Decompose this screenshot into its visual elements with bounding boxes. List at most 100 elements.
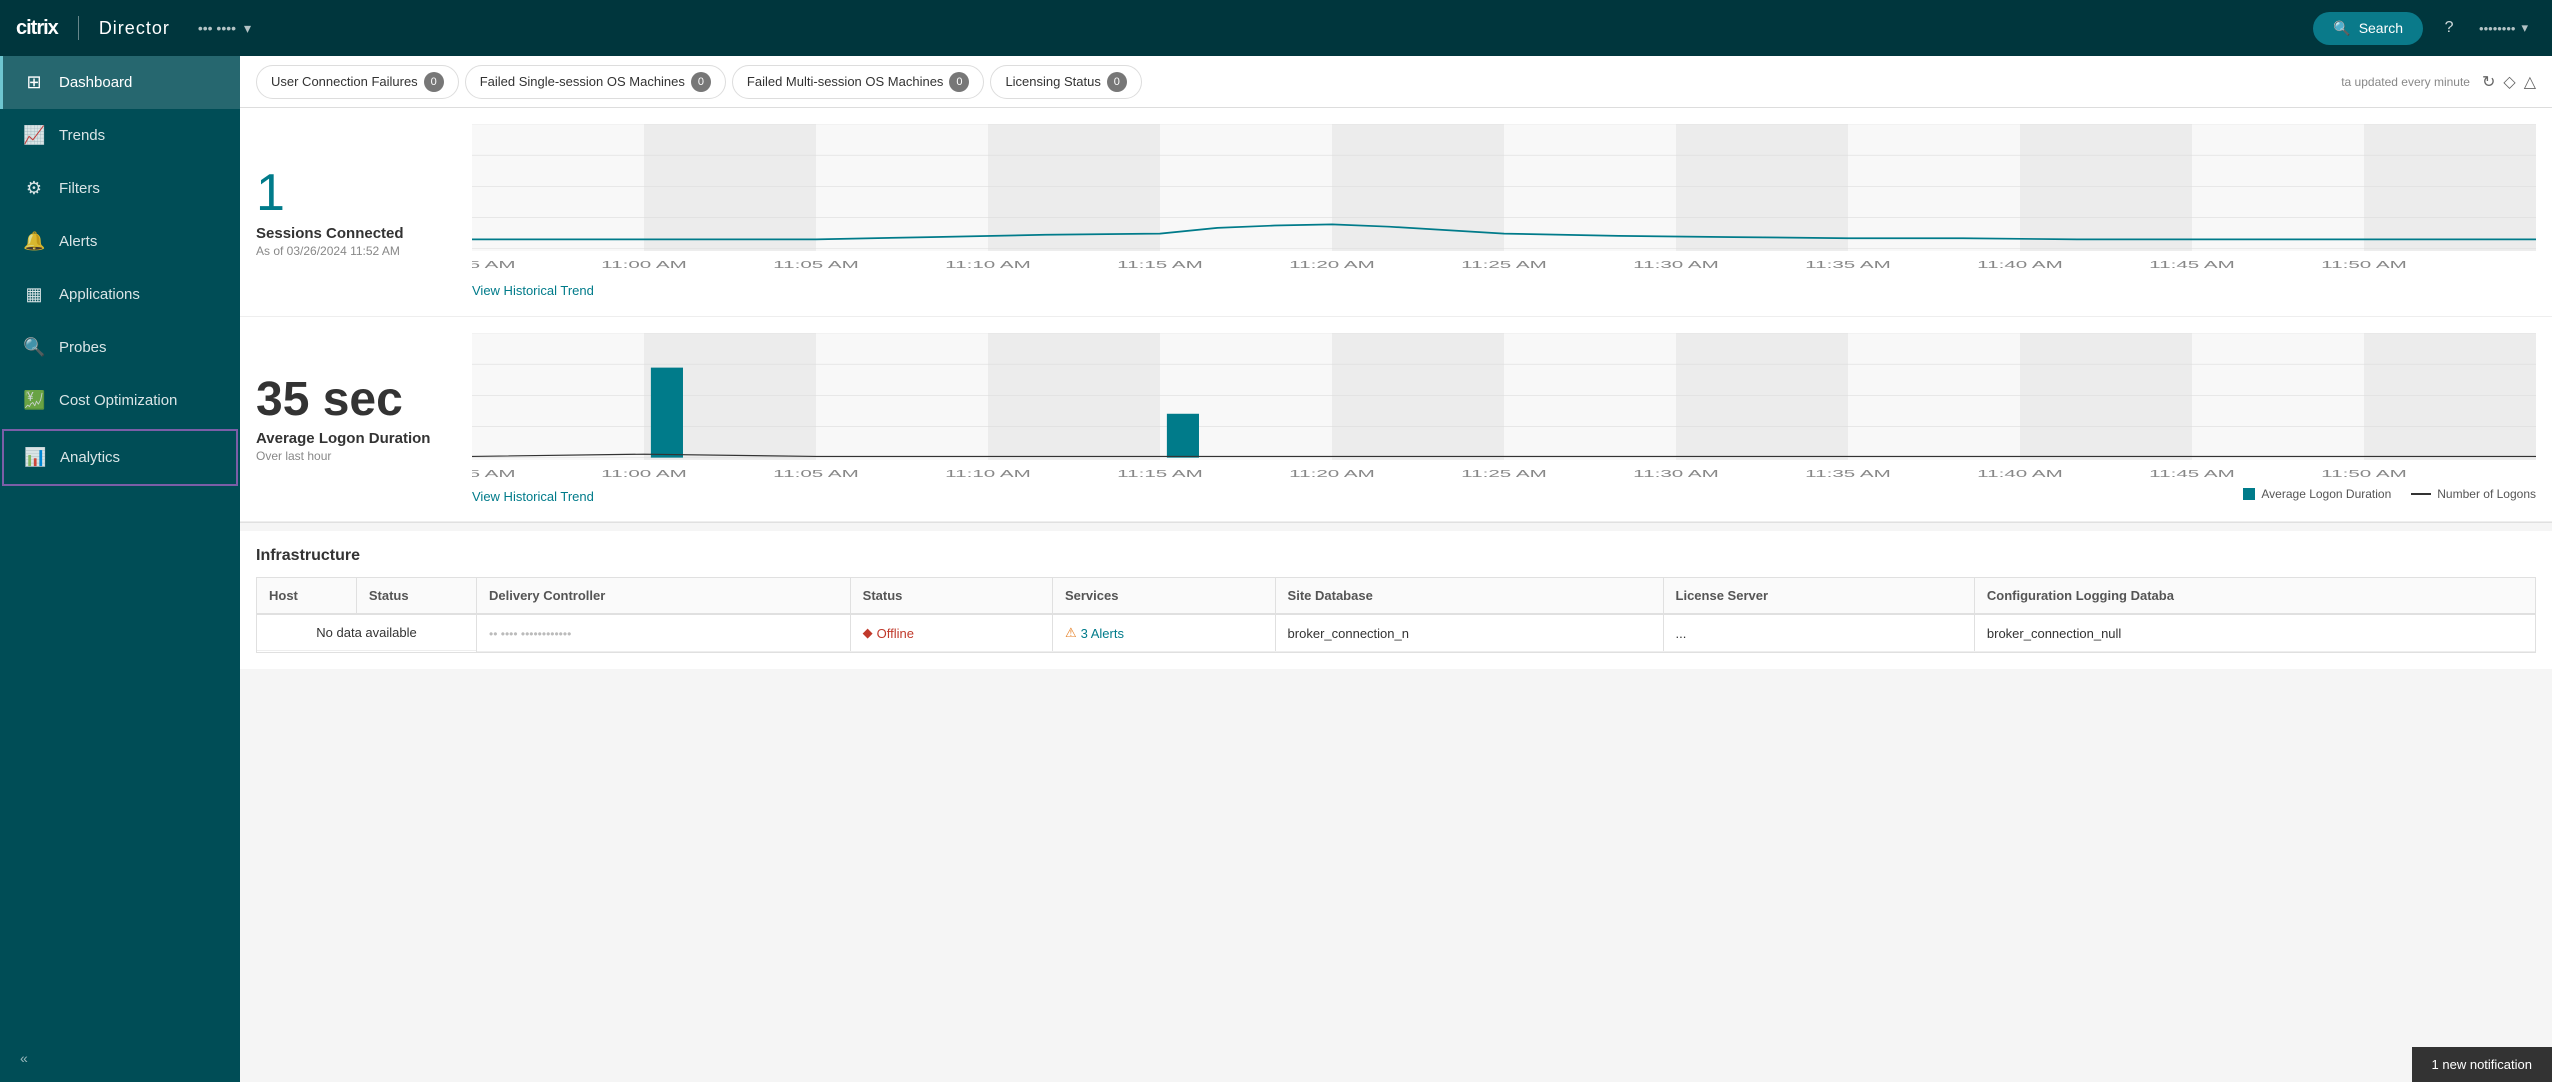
user-menu[interactable]: •••••••• ▾ xyxy=(2471,14,2536,42)
notification-label: 1 new notification xyxy=(2432,1057,2532,1072)
dashboard-content: 1 Sessions Connected As of 03/26/2024 11… xyxy=(240,108,2552,1082)
legend-line-label: Number of Logons xyxy=(2437,487,2536,501)
svg-text:11:10 AM: 11:10 AM xyxy=(945,468,1031,479)
main-layout: ⊞ Dashboard 📈 Trends ⚙ Filters 🔔 Alerts … xyxy=(0,56,2552,1082)
help-icon: ? xyxy=(2445,19,2454,37)
user-name: •••••••• xyxy=(2479,21,2515,36)
offline-label: Offline xyxy=(877,626,914,641)
alert-icon[interactable]: △ xyxy=(2524,72,2536,92)
svg-text:11:25 AM: 11:25 AM xyxy=(1461,259,1547,270)
host-no-data-row: No data available xyxy=(257,614,476,651)
sitedb-value: broker_connection_n xyxy=(1288,626,1409,641)
dc-col-header: Delivery Controller xyxy=(477,578,850,614)
svg-text:11:15 AM: 11:15 AM xyxy=(1117,259,1203,270)
sidebar-label-analytics: Analytics xyxy=(60,449,120,466)
sidebar-icon-dashboard: ⊞ xyxy=(23,72,45,93)
dc-sitedb-col-header: Site Database xyxy=(1275,578,1663,614)
search-button[interactable]: 🔍 Search xyxy=(2313,12,2423,45)
status-pill-2[interactable]: Failed Multi-session OS Machines 0 xyxy=(732,65,985,99)
sessions-chart-label: 1 Sessions Connected As of 03/26/2024 11… xyxy=(256,124,456,300)
dc-status-cell: ◆ Offline xyxy=(850,614,1052,652)
sidebar-label-applications: Applications xyxy=(59,286,140,303)
legend-bar-icon xyxy=(2243,488,2255,500)
pill-label-2: Failed Multi-session OS Machines xyxy=(747,74,944,89)
sidebar-item-trends[interactable]: 📈 Trends xyxy=(0,109,240,162)
dc-license-col-header: License Server xyxy=(1663,578,1974,614)
sidebar-item-alerts[interactable]: 🔔 Alerts xyxy=(0,215,240,268)
svg-text:11:50 AM: 11:50 AM xyxy=(2321,468,2407,479)
help-button[interactable]: ? xyxy=(2431,10,2467,46)
sidebar-label-dashboard: Dashboard xyxy=(59,74,132,91)
status-pill-1[interactable]: Failed Single-session OS Machines 0 xyxy=(465,65,726,99)
dc-offline-status: ◆ Offline xyxy=(863,625,1040,641)
svg-text:11:35 AM: 11:35 AM xyxy=(1805,468,1891,479)
sidebar-collapse-button[interactable]: « xyxy=(0,1034,240,1082)
svg-text:11:05 AM: 11:05 AM xyxy=(773,468,859,479)
status-pill-3[interactable]: Licensing Status 0 xyxy=(990,65,1141,99)
sidebar-item-analytics[interactable]: 📊 Analytics xyxy=(2,429,238,486)
content-area: User Connection Failures 0 Failed Single… xyxy=(240,56,2552,1082)
svg-text:11:05 AM: 11:05 AM xyxy=(773,259,859,270)
site-selector-value: ••• •••• xyxy=(198,20,236,36)
dc-config-cell: broker_connection_null xyxy=(1974,614,2535,652)
charts-section: 1 Sessions Connected As of 03/26/2024 11… xyxy=(240,108,2552,523)
citrix-wordmark: citrix xyxy=(16,17,58,40)
legend-line-icon xyxy=(2411,493,2431,495)
sidebar-icon-trends: 📈 xyxy=(23,125,45,146)
diamond-icon[interactable]: ◇ xyxy=(2503,72,2515,92)
legend-line-item: Number of Logons xyxy=(2411,487,2536,501)
dc-alert-status: ⚠ 3 Alerts xyxy=(1065,625,1263,641)
sidebar-icon-applications: ▦ xyxy=(23,284,45,305)
host-status-col-header: Status xyxy=(356,578,476,614)
dc-services-col-header: Services xyxy=(1052,578,1275,614)
app-name: Director xyxy=(99,18,170,39)
logon-view-historical[interactable]: View Historical Trend xyxy=(472,489,594,504)
sidebar-item-dashboard[interactable]: ⊞ Dashboard xyxy=(0,56,240,109)
host-col-header: Host xyxy=(257,578,356,614)
app-logo: citrix Director xyxy=(16,16,170,40)
logon-chart-svg: 60 sec 40 sec 20 sec 0 sec 12 8 4 0 xyxy=(472,333,2536,483)
infrastructure-title: Infrastructure xyxy=(256,547,2536,565)
svg-text:11:40 AM: 11:40 AM xyxy=(1977,468,2063,479)
logon-value: 35 sec xyxy=(256,376,456,424)
collapse-icon: « xyxy=(20,1050,28,1066)
sidebar-icon-alerts: 🔔 xyxy=(23,231,45,252)
dc-license-cell: ... xyxy=(1663,614,1974,652)
dc-config-col-header: Configuration Logging Databa xyxy=(1974,578,2535,614)
svg-text:11:25 AM: 11:25 AM xyxy=(1461,468,1547,479)
sessions-chart-area: 12 8 4 0 10:55 AM 11:00 AM 11:05 AM 11:1… xyxy=(472,124,2536,300)
sidebar-label-probes: Probes xyxy=(59,339,107,356)
alerts-link[interactable]: 3 Alerts xyxy=(1081,626,1124,641)
pill-label-1: Failed Single-session OS Machines xyxy=(480,74,685,89)
logo-divider xyxy=(78,16,79,40)
table-row: •• •••• •••••••••••• ◆ Offline xyxy=(477,614,2535,652)
notification-bar[interactable]: 1 new notification xyxy=(2412,1047,2552,1082)
site-selector[interactable]: ••• •••• ▾ xyxy=(186,14,263,43)
svg-text:11:20 AM: 11:20 AM xyxy=(1289,468,1375,479)
logon-chart-row: 35 sec Average Logon Duration Over last … xyxy=(240,317,2552,522)
sidebar-item-filters[interactable]: ⚙ Filters xyxy=(0,162,240,215)
logon-title: Average Logon Duration xyxy=(256,430,456,447)
svg-text:11:30 AM: 11:30 AM xyxy=(1633,259,1719,270)
svg-text:11:00 AM: 11:00 AM xyxy=(601,259,687,270)
sessions-view-historical[interactable]: View Historical Trend xyxy=(472,283,594,298)
sidebar-item-applications[interactable]: ▦ Applications xyxy=(0,268,240,321)
host-table-container: Host Status No data available xyxy=(257,578,477,652)
status-pill-0[interactable]: User Connection Failures 0 xyxy=(256,65,459,99)
svg-text:11:15 AM: 11:15 AM xyxy=(1117,468,1203,479)
update-info: ta updated every minute xyxy=(2341,75,2470,89)
pill-label-0: User Connection Failures xyxy=(271,74,418,89)
chart-legend: Average Logon Duration Number of Logons xyxy=(2243,483,2536,505)
svg-text:10:55 AM: 10:55 AM xyxy=(472,259,516,270)
sessions-chart-row: 1 Sessions Connected As of 03/26/2024 11… xyxy=(240,108,2552,317)
sidebar-icon-analytics: 📊 xyxy=(24,447,46,468)
sessions-value: 1 xyxy=(256,167,456,219)
sidebar-item-probes[interactable]: 🔍 Probes xyxy=(0,321,240,374)
infrastructure-tables: Host Status No data available xyxy=(256,577,2536,653)
refresh-icon[interactable]: ↻ xyxy=(2482,72,2495,92)
alert-triangle-icon: ⚠ xyxy=(1065,625,1077,641)
sessions-subtitle: As of 03/26/2024 11:52 AM xyxy=(256,244,456,258)
sidebar-item-cost-optimization[interactable]: 💹 Cost Optimization xyxy=(0,374,240,427)
svg-text:11:45 AM: 11:45 AM xyxy=(2149,468,2235,479)
svg-text:11:10 AM: 11:10 AM xyxy=(945,259,1031,270)
